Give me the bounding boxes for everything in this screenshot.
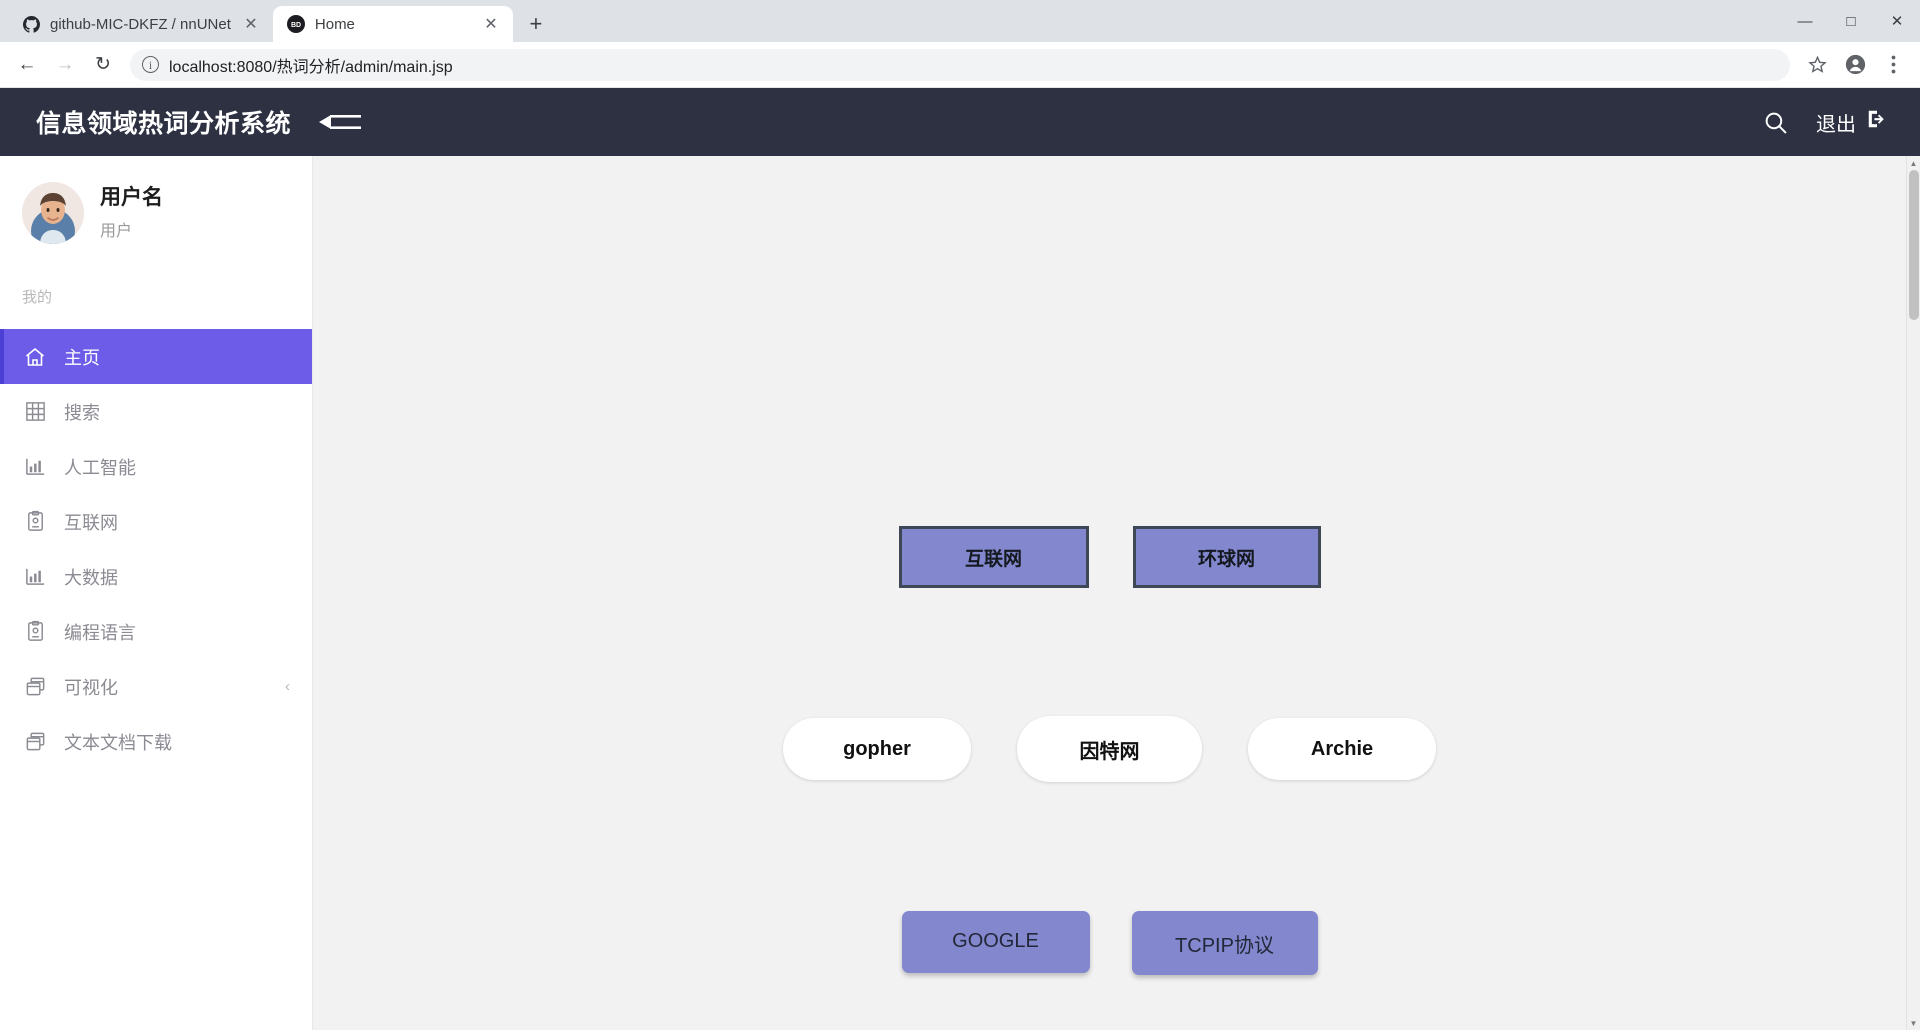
sidebar-item-visualization[interactable]: 可视化 ‹ xyxy=(0,659,312,714)
sidebar-item-label: 搜索 xyxy=(64,402,100,423)
sidebar-section-label: 我的 xyxy=(22,289,53,306)
sidebar-item-ai[interactable]: 人工智能 xyxy=(0,439,312,494)
forward-icon[interactable]: → xyxy=(48,48,82,82)
keyword-button[interactable]: TCPIP协议 xyxy=(1131,911,1318,975)
row-inner: GOOGLE TCPIP协议 xyxy=(901,908,1318,975)
search-icon[interactable] xyxy=(1758,105,1792,139)
close-icon[interactable]: ✕ xyxy=(481,14,501,34)
sidebar-menu: 主页 搜索 人工智能 互联网 大数据 编程语言 可视化 ‹ 文本文档下载 xyxy=(0,329,312,769)
svg-text:BD: BD xyxy=(291,22,301,29)
sidebar-item-internet[interactable]: 互联网 xyxy=(0,494,312,549)
chart-bar-icon xyxy=(22,564,48,590)
sidebar-item-label: 文本文档下载 xyxy=(64,732,172,753)
page-body: 用户名 用户 我的 主页 搜索 人工智能 互联网 大数据 编程语言 可视化 ‹ … xyxy=(0,156,1920,1030)
keyword-box[interactable]: 环球网 xyxy=(1132,526,1321,588)
maximize-button[interactable]: □ xyxy=(1828,0,1874,42)
browser-window: github-MIC-DKFZ / nnUNet ✕ BD Home ✕ + —… xyxy=(0,0,1920,1030)
windows-icon xyxy=(22,674,48,700)
home-icon xyxy=(22,344,48,370)
clipboard-icon xyxy=(22,619,48,645)
keyword-button[interactable]: GOOGLE xyxy=(901,910,1090,973)
tab-title: Home xyxy=(314,15,355,33)
sidebar-item-label: 主页 xyxy=(64,347,100,368)
grid-icon xyxy=(22,399,48,425)
profile-text: 用户名 用户 xyxy=(100,185,163,240)
window-controls: — □ ✕ xyxy=(1782,0,1920,42)
row-inner: 互联网 环球网 xyxy=(898,526,1321,588)
sidebar-item-programming[interactable]: 编程语言 xyxy=(0,604,312,659)
sidebar-item-label: 编程语言 xyxy=(64,622,136,643)
kebab-menu-icon[interactable] xyxy=(1876,48,1910,82)
minimize-button[interactable]: — xyxy=(1782,0,1828,42)
omnibox[interactable]: i localhost:8080/热词分析/admin/main.jsp xyxy=(130,48,1790,81)
chevron-left-icon[interactable]: ‹ xyxy=(285,678,290,695)
keyword-box[interactable]: 互联网 xyxy=(898,526,1089,588)
keyword-row-middle: gopher 因特网 Archie xyxy=(313,716,1906,782)
row-inner: gopher 因特网 Archie xyxy=(783,716,1436,782)
browser-tab-0[interactable]: github-MIC-DKFZ / nnUNet ✕ xyxy=(8,6,273,42)
site-info-icon[interactable]: i xyxy=(142,56,159,73)
chart-bar-icon xyxy=(22,454,48,480)
account-icon[interactable] xyxy=(1838,48,1872,82)
sidebar-item-bigdata[interactable]: 大数据 xyxy=(0,549,312,604)
sidebar-item-label: 大数据 xyxy=(64,567,118,588)
address-bar: ← → ↻ i localhost:8080/热词分析/admin/main.j… xyxy=(0,42,1920,88)
sidebar-item-text-download[interactable]: 文本文档下载 xyxy=(0,714,312,769)
profile-block[interactable]: 用户名 用户 xyxy=(0,156,312,244)
sidebar-item-label: 人工智能 xyxy=(64,457,136,478)
windows-icon xyxy=(22,729,48,755)
bd-icon: BD xyxy=(286,15,305,33)
keyword-pill[interactable]: Archie xyxy=(1248,718,1436,780)
web-page: 信息领域热词分析系统 退出 用户名 用户 我的 主页 搜索 人工智能 互联网 大… xyxy=(0,88,1920,1030)
url-text: localhost:8080/热词分析/admin/main.jsp xyxy=(169,58,453,76)
scroll-up-icon[interactable]: ▲ xyxy=(1907,156,1920,170)
logout-button[interactable]: 退出 xyxy=(1816,108,1888,137)
github-icon xyxy=(22,15,40,33)
keyword-pill[interactable]: 因特网 xyxy=(1017,716,1202,782)
close-icon[interactable]: ✕ xyxy=(241,14,261,34)
profile-name: 用户名 xyxy=(100,186,163,210)
sidebar: 用户名 用户 我的 主页 搜索 人工智能 互联网 大数据 编程语言 可视化 ‹ … xyxy=(0,156,313,1030)
back-icon[interactable]: ← xyxy=(10,48,44,82)
keyword-pill[interactable]: gopher xyxy=(783,718,971,780)
sidebar-item-label: 可视化 xyxy=(64,677,118,698)
sidebar-item-home[interactable]: 主页 xyxy=(0,329,312,384)
scrollbar-thumb[interactable] xyxy=(1909,170,1919,320)
app-header: 信息领域热词分析系统 退出 xyxy=(0,88,1920,156)
page-title: 信息领域热词分析系统 xyxy=(36,110,292,138)
profile-role: 用户 xyxy=(100,222,133,240)
browser-tab-1[interactable]: BD Home ✕ xyxy=(272,6,513,42)
star-icon[interactable] xyxy=(1800,48,1834,82)
avatar xyxy=(22,182,84,244)
sidebar-item-search[interactable]: 搜索 xyxy=(0,384,312,439)
sign-out-icon xyxy=(1866,108,1888,136)
vertical-scrollbar[interactable]: ▲ ▼ xyxy=(1906,156,1920,1030)
logout-label: 退出 xyxy=(1816,113,1856,136)
scroll-down-icon[interactable]: ▼ xyxy=(1907,1016,1920,1030)
keyword-row-top: 互联网 环球网 xyxy=(313,526,1906,588)
close-window-button[interactable]: ✕ xyxy=(1874,0,1920,42)
sidebar-item-label: 互联网 xyxy=(64,512,118,533)
tab-strip: github-MIC-DKFZ / nnUNet ✕ BD Home ✕ + —… xyxy=(0,0,1920,42)
content-area: 互联网 环球网 gopher 因特网 Archie GOOGLE TCPIP协议… xyxy=(313,156,1920,1030)
tab-title: github-MIC-DKFZ / nnUNet xyxy=(50,15,231,33)
arrow-left-lines-icon[interactable] xyxy=(317,109,363,135)
keyword-row-bottom: GOOGLE TCPIP协议 xyxy=(313,908,1906,975)
reload-icon[interactable]: ↻ xyxy=(86,48,120,82)
page-viewport: 信息领域热词分析系统 退出 用户名 用户 我的 主页 搜索 人工智能 互联网 大… xyxy=(0,88,1920,1030)
clipboard-icon xyxy=(22,509,48,535)
new-tab-button[interactable]: + xyxy=(521,9,551,39)
